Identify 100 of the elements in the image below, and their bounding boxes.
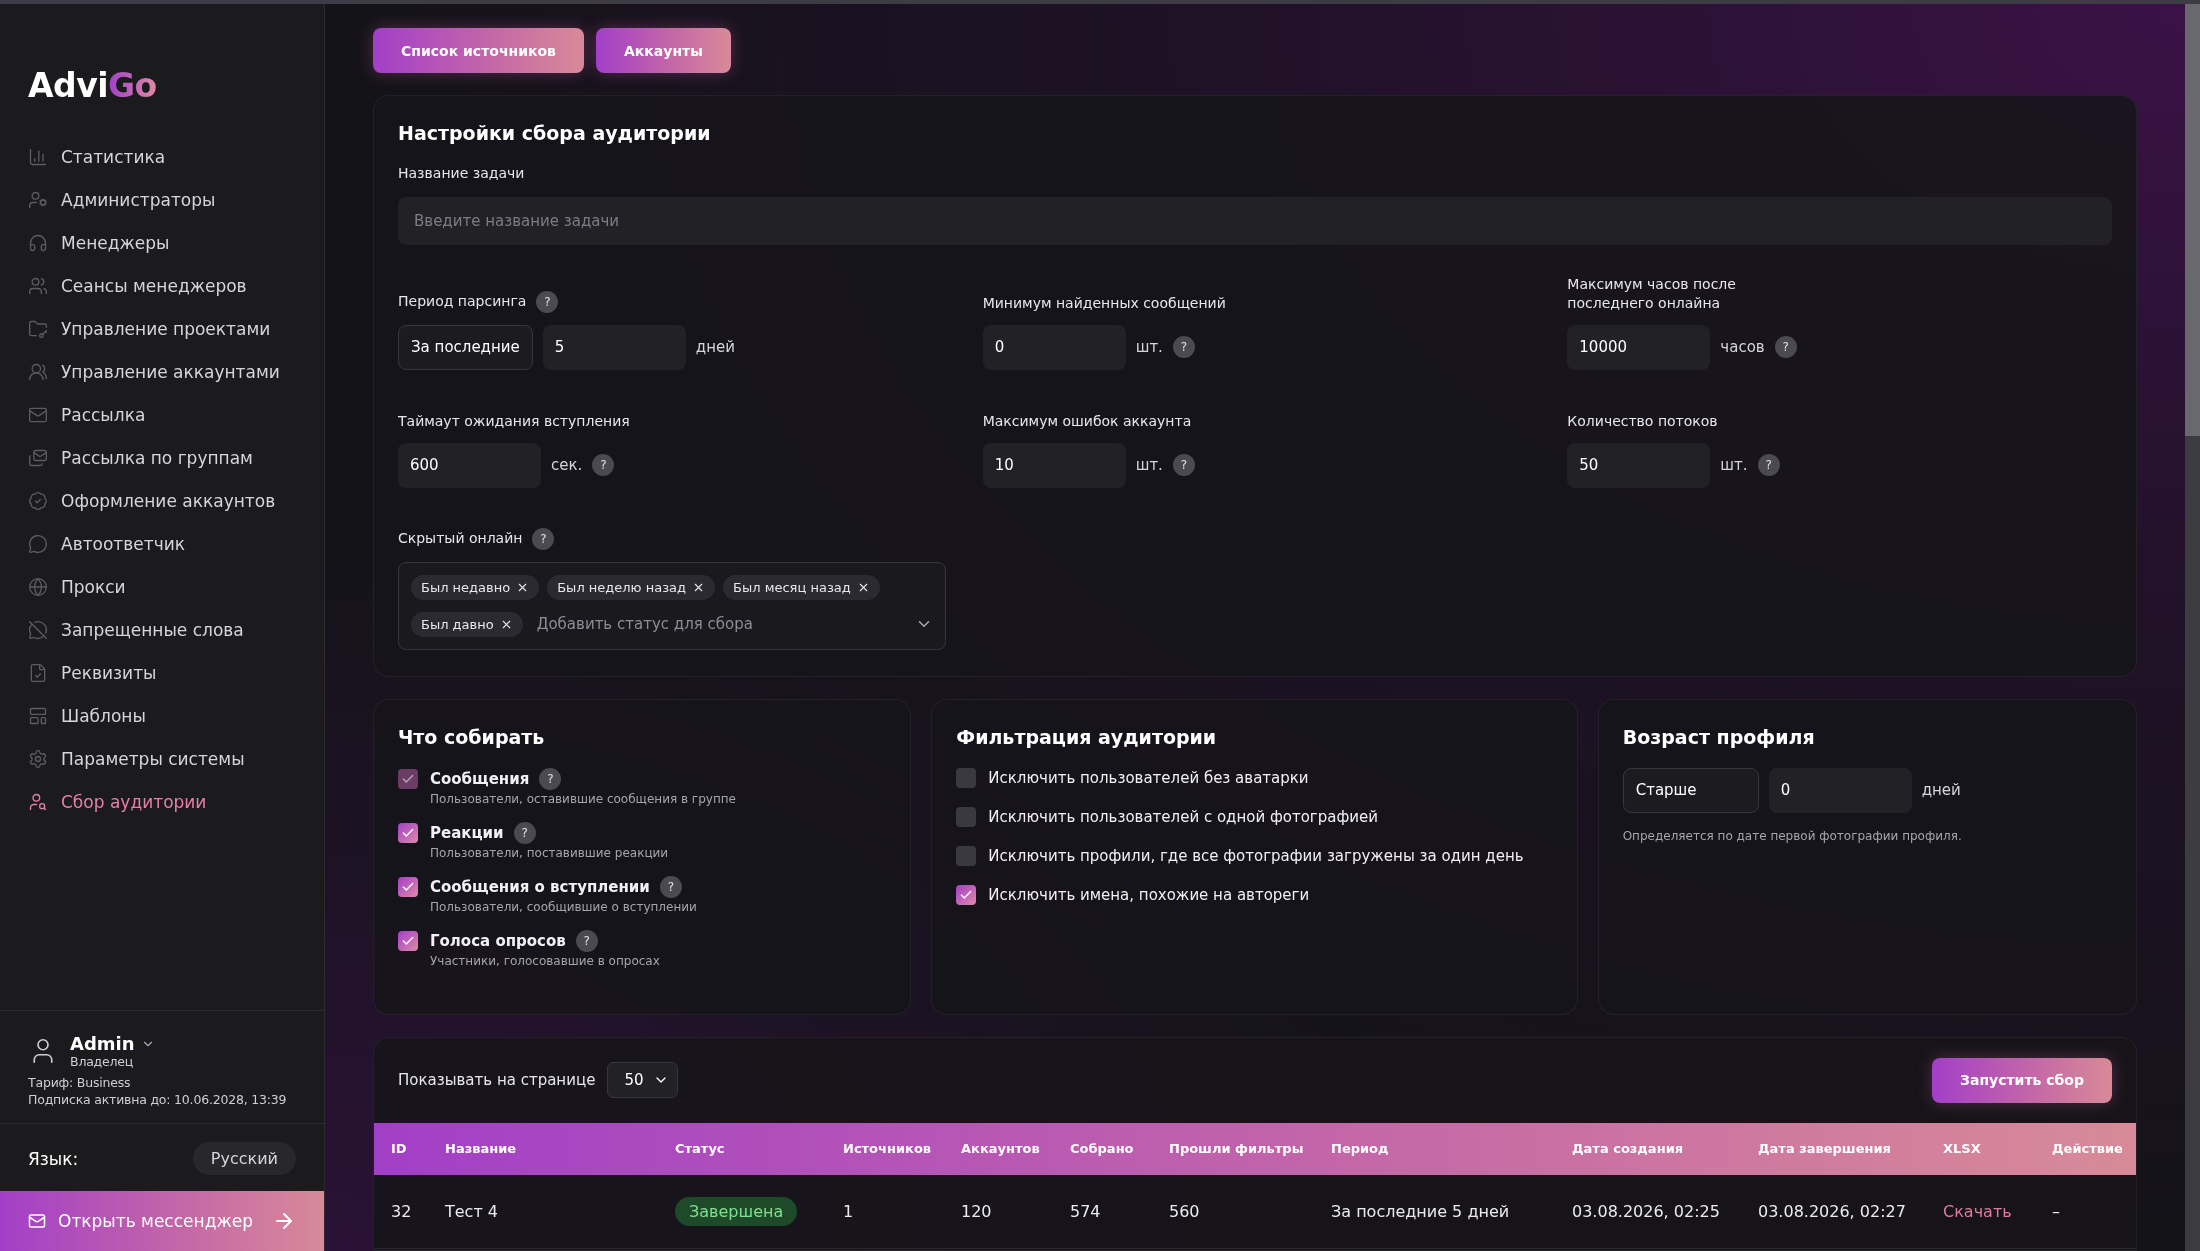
option-label: Исключить пользователей без аватарки: [988, 768, 1310, 787]
help-icon[interactable]: ?: [659, 875, 682, 898]
help-icon[interactable]: ?: [536, 290, 559, 313]
field-label: Таймаут ожидания вступления: [398, 411, 631, 431]
table-cell: За последние 5 дней: [1331, 1201, 1510, 1221]
help-icon[interactable]: ?: [592, 454, 615, 477]
nav-item[interactable]: Управление аккаунтами: [28, 356, 280, 388]
table-cell: 03.08.2026, 02:25: [1572, 1201, 1720, 1221]
option-description: Пользователи, сообщившие о вступлении: [430, 899, 698, 914]
nav-item[interactable]: Параметры системы: [28, 743, 245, 775]
nav-item[interactable]: Администраторы: [28, 184, 216, 216]
help-icon[interactable]: ?: [513, 821, 536, 844]
number-input[interactable]: 10000: [1567, 324, 1711, 370]
unit-label: часов: [1720, 338, 1765, 357]
status-multiselect[interactable]: Был недавно Был неделю назад Был месяц назад Был давно Добавить статус для сбора: [398, 561, 946, 650]
table-cell: 574: [1070, 1201, 1101, 1221]
nav-item[interactable]: Менеджеры: [28, 227, 170, 259]
number-input[interactable]: 50: [1567, 442, 1711, 488]
tag-chip[interactable]: Был недавно: [411, 574, 540, 600]
tab-button[interactable]: Аккаунты: [595, 28, 731, 73]
nav-item[interactable]: Шаблоны: [28, 700, 146, 732]
nav-item[interactable]: Сеансы менеджеров: [28, 270, 247, 302]
option-label: Сообщения о вступлении: [430, 877, 650, 896]
document-check-icon: [28, 663, 48, 683]
scrollbar[interactable]: [2185, 4, 2200, 1251]
option-description: Пользователи, поставившие реакции: [430, 845, 670, 860]
badge-check-icon: [28, 491, 48, 511]
option-label: Сообщения: [430, 769, 530, 788]
checkbox[interactable]: [956, 884, 977, 905]
option-label: Реакции: [430, 823, 504, 842]
download-link[interactable]: Скачать: [1943, 1201, 2012, 1221]
nav-item[interactable]: Статистика: [28, 141, 166, 173]
nav-item[interactable]: Прокси: [28, 571, 126, 603]
tag-chip[interactable]: Был неделю назад: [547, 574, 716, 600]
help-icon[interactable]: ?: [1172, 454, 1195, 477]
help-icon[interactable]: ?: [1757, 454, 1780, 477]
option-label: Исключить имена, похожие на автореги: [988, 885, 1311, 904]
open-messenger-button[interactable]: Открыть мессенджер: [0, 1191, 324, 1251]
language-select[interactable]: Русский: [192, 1142, 296, 1175]
nav-item[interactable]: Оформление аккаунтов: [28, 485, 276, 517]
nav-item[interactable]: Запрещенные слова: [28, 614, 244, 646]
help-icon[interactable]: ?: [532, 527, 555, 550]
number-input[interactable]: 5: [542, 324, 686, 370]
card-title: Настройки сбора аудитории: [398, 122, 712, 144]
age-select[interactable]: Старше: [1622, 767, 1759, 813]
help-icon[interactable]: ?: [575, 929, 598, 952]
nav-item[interactable]: Сбор аудитории: [28, 786, 207, 818]
status-badge: Завершена: [675, 1196, 798, 1226]
page-size-select[interactable]: 50: [607, 1062, 679, 1099]
column-header: Действие: [2052, 1141, 2124, 1157]
checkbox[interactable]: [956, 806, 977, 827]
tab-button[interactable]: Список источников: [373, 28, 584, 73]
task-name-input[interactable]: Введите название задачи: [398, 196, 2112, 245]
number-input[interactable]: 600: [398, 442, 541, 488]
placeholder-text: Добавить статус для сбора: [535, 615, 754, 634]
user-name: Admin: [70, 1033, 135, 1054]
help-icon[interactable]: ?: [1172, 336, 1195, 359]
option-description: Пользователи, оставившие сообщения в группе: [430, 791, 737, 806]
field-label: Период парсинга: [398, 292, 527, 312]
column-header: Период: [1331, 1141, 1390, 1157]
mail-icon: [28, 1212, 46, 1230]
chat-off-icon: [28, 620, 48, 640]
nav-item[interactable]: Рассылка: [28, 399, 146, 431]
unit-label: дней: [1921, 781, 1961, 800]
logo: AdviGo: [27, 65, 158, 105]
user-search-icon: [28, 792, 48, 812]
column-header: Название: [445, 1141, 518, 1157]
chat-icon: [28, 534, 48, 554]
column-header: Аккаунтов: [961, 1141, 1041, 1157]
user-role: Владелец: [70, 1054, 135, 1069]
unit-label: сек.: [551, 456, 583, 475]
table-cell: 560: [1169, 1201, 1200, 1221]
nav-item[interactable]: Рассылка по группам: [28, 442, 253, 474]
nav-item[interactable]: Реквизиты: [28, 657, 157, 689]
headset-icon: [28, 233, 48, 253]
mail-stack-icon: [28, 448, 48, 468]
unit-label: шт.: [1135, 456, 1163, 475]
checkbox[interactable]: [956, 845, 977, 866]
start-button[interactable]: Запустить сбор: [1932, 1057, 2112, 1103]
tag-chip[interactable]: Был месяц назад: [723, 574, 880, 600]
users-icon: [28, 276, 48, 296]
nav-item[interactable]: Управление проектами: [28, 313, 271, 345]
hint-text: Определяется по дате первой фотографии профиля.: [1622, 828, 1963, 843]
column-header: Прошли фильтры: [1169, 1141, 1305, 1157]
user-gear-icon: [28, 190, 48, 210]
field-label: Максимум часов после последнего онлайна: [1567, 274, 1737, 313]
layout-icon: [28, 706, 48, 726]
checkbox[interactable]: [956, 767, 977, 788]
number-input[interactable]: 10: [982, 442, 1126, 488]
checkbox[interactable]: [398, 876, 418, 897]
checkbox[interactable]: [398, 930, 418, 951]
unit-label: шт.: [1135, 338, 1163, 357]
nav-item[interactable]: Автоответчик: [28, 528, 185, 560]
number-input[interactable]: 0: [982, 324, 1126, 370]
number-input[interactable]: 0: [1768, 767, 1912, 813]
tag-chip[interactable]: Был давно: [411, 611, 523, 637]
subscription-text: Подписка активна до: 10.06.2028, 13:39: [28, 1092, 288, 1107]
period-select[interactable]: За последние: [398, 324, 533, 370]
checkbox[interactable]: [398, 822, 418, 843]
help-icon[interactable]: ?: [1774, 336, 1797, 359]
